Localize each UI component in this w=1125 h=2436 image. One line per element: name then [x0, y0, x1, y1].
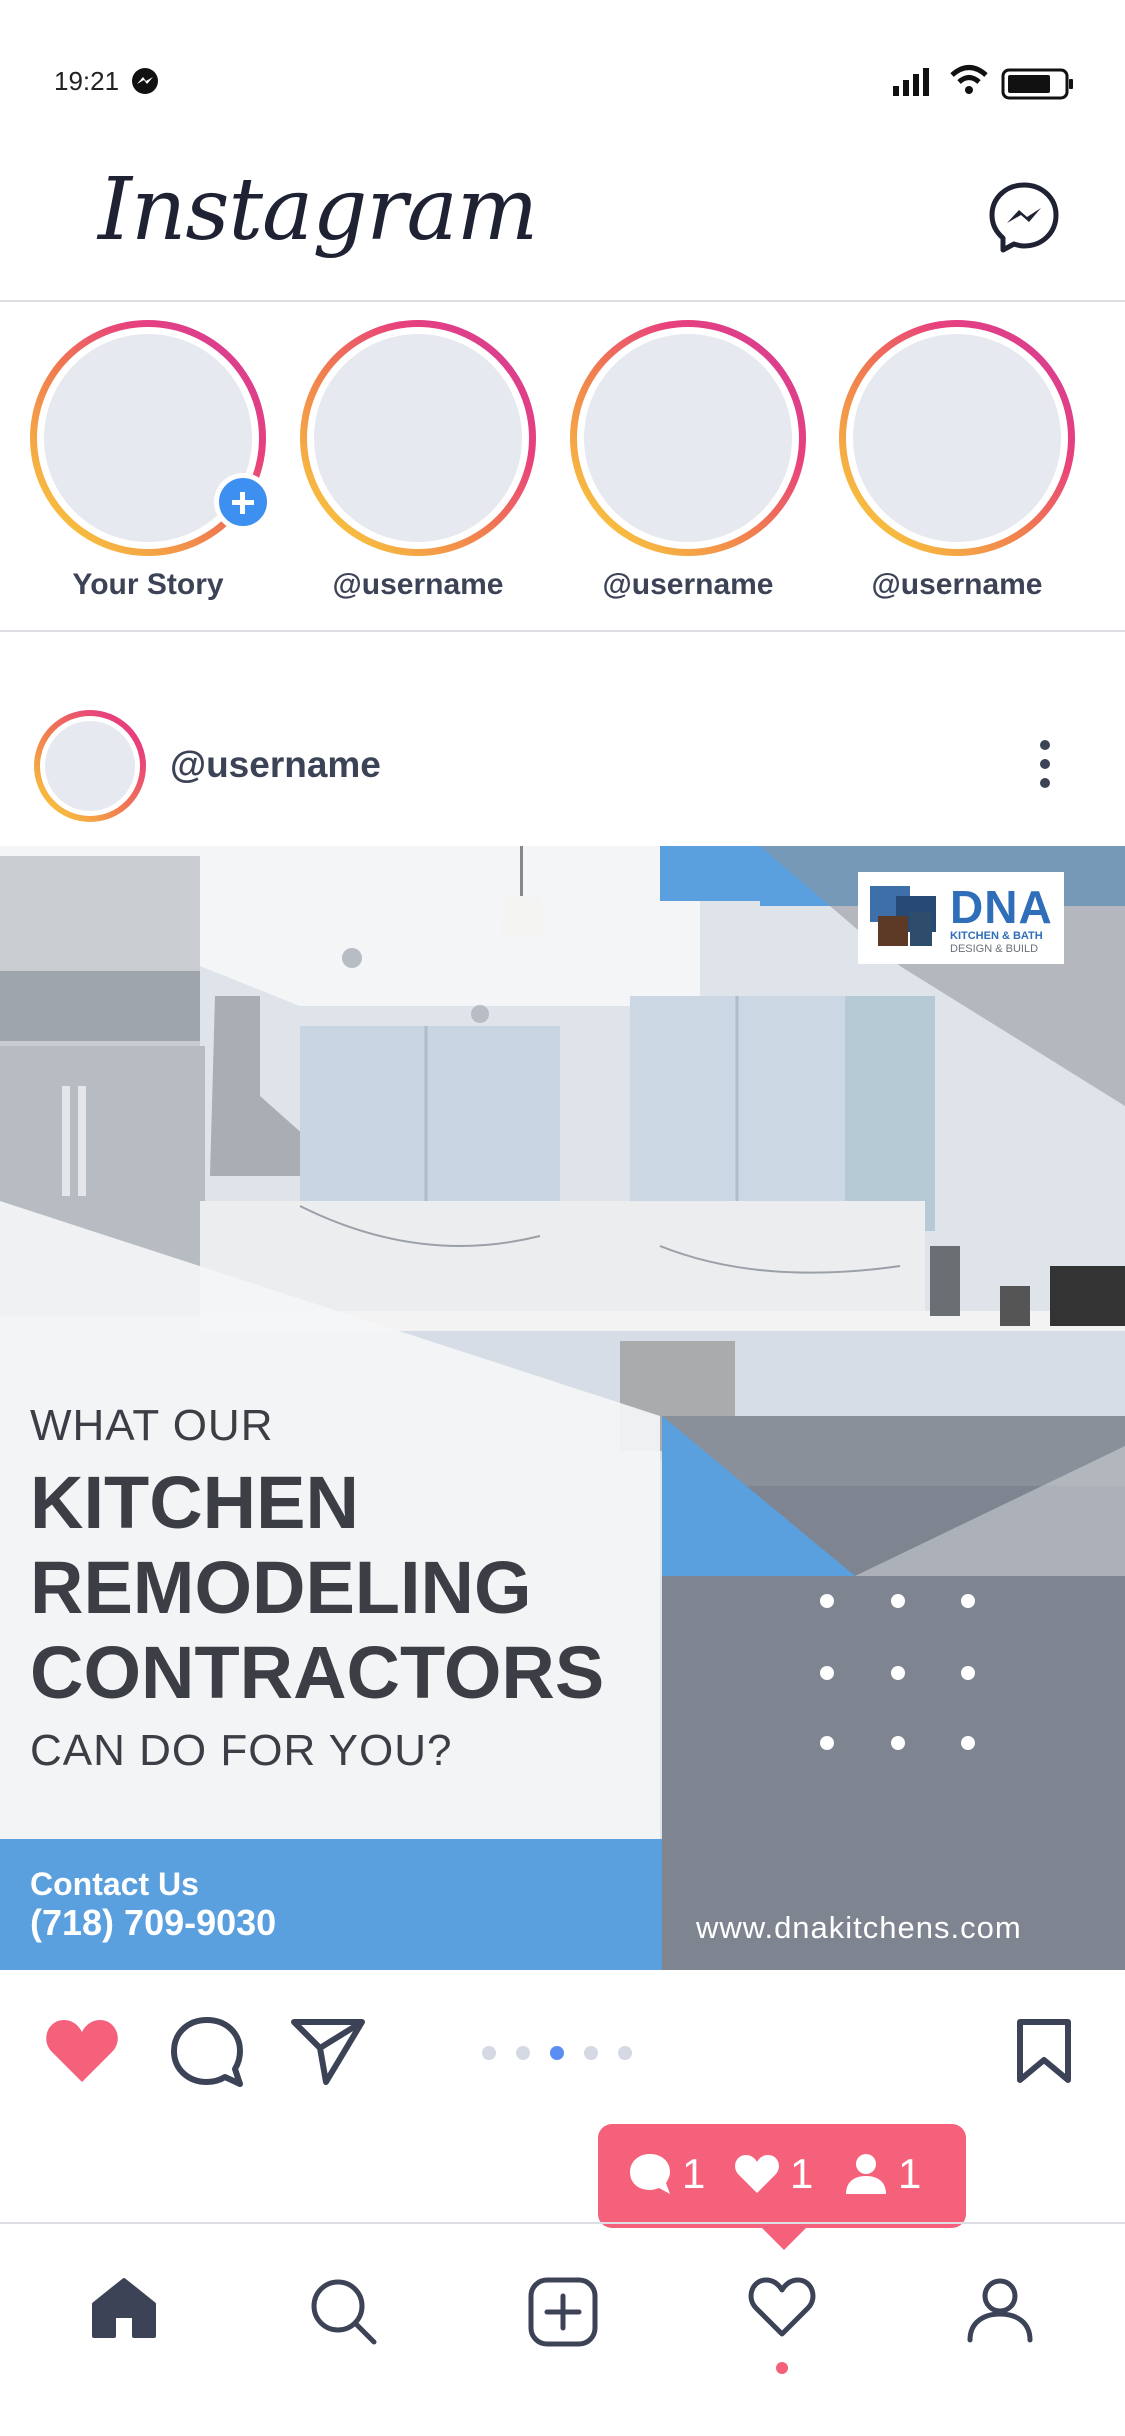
post-avatar[interactable]: [34, 710, 146, 822]
story-label: Your Story: [72, 568, 224, 601]
ad-contact-label: Contact Us: [30, 1866, 199, 1902]
bookmark-icon[interactable]: [1015, 2018, 1073, 2084]
popup-follows: 1: [844, 2150, 921, 2198]
story-ring: [300, 320, 536, 556]
instagram-logo: Instagram: [98, 160, 538, 260]
heart-icon[interactable]: [44, 2016, 120, 2086]
comment-icon: [630, 2154, 670, 2194]
story-ring: [839, 320, 1075, 556]
story-label: @username: [602, 568, 774, 601]
stories-divider: [0, 630, 1125, 632]
active-tab-indicator: [776, 2362, 788, 2374]
popup-likes-count: 1: [790, 2150, 814, 2197]
add-post-icon[interactable]: [527, 2276, 599, 2348]
signal-icon: [893, 68, 929, 96]
avatar: [314, 334, 522, 542]
brand-name: DNA: [950, 881, 1053, 933]
carousel-indicator: [482, 2046, 652, 2065]
search-icon[interactable]: [308, 2276, 378, 2346]
ad-headline-2: KITCHEN: [30, 1461, 359, 1544]
ad-phone: (718) 709-9030: [30, 1902, 277, 1943]
header-divider: [0, 300, 1125, 302]
popup-likes: 1: [734, 2150, 813, 2198]
popup-follows-count: 1: [898, 2150, 922, 2197]
story-item[interactable]: @username: [570, 320, 806, 602]
ad-headline-4: CONTRACTORS: [30, 1631, 605, 1714]
carousel-dot: [516, 2046, 530, 2060]
carousel-dot: [618, 2046, 632, 2060]
home-icon[interactable]: [90, 2276, 158, 2340]
story-your-story[interactable]: Your Story: [30, 320, 272, 602]
post-username[interactable]: @username: [170, 744, 381, 786]
popup-comments: 1: [628, 2150, 705, 2198]
story-ring: [30, 320, 272, 556]
ad-headline-3: REMODELING: [30, 1546, 532, 1629]
story-item[interactable]: @username: [300, 320, 536, 602]
add-story-icon[interactable]: [214, 473, 272, 531]
ad-website: www.dnakitchens.com: [696, 1910, 1022, 1945]
story-item[interactable]: @username: [839, 320, 1075, 602]
popup-comments-count: 1: [682, 2150, 706, 2197]
messenger-icon[interactable]: [987, 180, 1061, 254]
share-icon[interactable]: [290, 2016, 366, 2086]
avatar: [853, 334, 1061, 542]
messenger-notification-icon: [132, 68, 158, 94]
person-icon: [846, 2154, 886, 2194]
status-time: 19:21: [54, 66, 120, 96]
post-image[interactable]: DNA KITCHEN & BATH DESIGN & BUILD WHAT O…: [0, 846, 1125, 1970]
story-label: @username: [332, 568, 504, 601]
battery-icon: [1001, 68, 1073, 100]
profile-icon[interactable]: [966, 2276, 1034, 2344]
activity-notification-popup[interactable]: 1 1 1: [598, 2124, 966, 2250]
ad-headline-1: WHAT OUR: [30, 1401, 274, 1450]
carousel-dot-active: [550, 2046, 564, 2060]
carousel-dot: [482, 2046, 496, 2060]
heart-icon: [735, 2155, 779, 2193]
avatar: [584, 334, 792, 542]
tabbar-divider: [0, 2222, 1125, 2224]
story-ring: [570, 320, 806, 556]
carousel-dot: [584, 2046, 598, 2060]
more-options-icon[interactable]: [1040, 740, 1050, 797]
activity-heart-icon[interactable]: [748, 2276, 816, 2338]
story-label: @username: [871, 568, 1043, 601]
brand-subtitle: KITCHEN & BATH: [950, 930, 1043, 942]
brand-subtitle-2: DESIGN & BUILD: [950, 943, 1039, 955]
wifi-icon: [950, 65, 988, 94]
ad-headline-5: CAN DO FOR YOU?: [30, 1726, 453, 1775]
comment-icon[interactable]: [170, 2016, 244, 2090]
